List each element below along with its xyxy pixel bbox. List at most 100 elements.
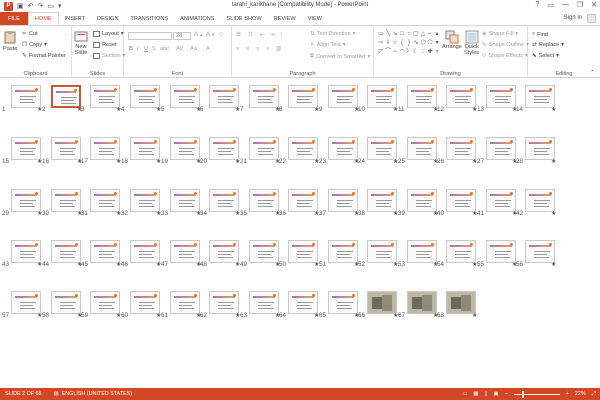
slide-transition-icon[interactable]: ★ (551, 106, 556, 113)
slide-transition-icon[interactable]: ★ (551, 210, 556, 217)
slide-preview[interactable] (446, 240, 476, 263)
slide-show-view-icon[interactable]: ▣ (493, 391, 498, 397)
slide-preview[interactable] (249, 240, 279, 263)
slide-preview[interactable] (525, 137, 555, 160)
font-color-icon[interactable]: A (206, 46, 210, 52)
elbow-shape-icon[interactable]: ⌐ (427, 30, 433, 38)
slide-preview[interactable] (446, 291, 476, 314)
brace-shape-icon[interactable]: { (399, 39, 405, 47)
slide-preview[interactable] (446, 137, 476, 160)
italic-icon[interactable]: I (137, 46, 139, 52)
slide-preview[interactable] (407, 137, 437, 160)
shape-outline-button[interactable]: ✎ Shape Outline ▾ (482, 42, 529, 48)
redo-icon[interactable]: ↷ (38, 3, 44, 10)
ribbon-display-icon[interactable]: ▭ (547, 1, 554, 9)
restore-icon[interactable]: ❐ (577, 1, 583, 9)
slide-preview[interactable] (407, 189, 437, 212)
slide-preview[interactable] (11, 189, 41, 212)
rounded-rect-shape-icon[interactable]: ▢ (413, 30, 419, 38)
slide-preview[interactable] (288, 291, 318, 314)
slide-sorter-view-icon[interactable]: ▦ (473, 391, 478, 397)
slide-preview[interactable] (288, 189, 318, 212)
slide-preview[interactable] (51, 291, 81, 314)
slide-preview[interactable] (130, 291, 160, 314)
minimize-icon[interactable]: — (562, 1, 569, 9)
collapse-ribbon-icon[interactable]: ⌃ (590, 70, 595, 76)
hexagon-shape-icon[interactable]: ⬡ (420, 39, 426, 47)
bullets-icon[interactable]: ☰ (236, 32, 241, 38)
slide-preview[interactable] (90, 137, 120, 160)
chevron-shape-icon[interactable]: 〉 (406, 48, 412, 56)
slide-preview[interactable] (525, 189, 555, 212)
bold-icon[interactable]: B (129, 46, 133, 52)
slide-preview[interactable] (90, 189, 120, 212)
slide-preview[interactable] (170, 189, 200, 212)
block-arc-shape-icon[interactable]: ◠ (399, 48, 405, 56)
text-direction-button[interactable]: ⇅ Text Direction ▾ (310, 31, 355, 37)
convert-smartart-button[interactable]: ⧉ Convert to SmartArt ▾ (310, 53, 370, 60)
help-icon[interactable]: ? (535, 1, 539, 9)
cut-button[interactable]: ✂ Cut (22, 31, 37, 37)
underline-icon[interactable]: U (144, 46, 148, 52)
align-text-button[interactable]: ⇳ Align Text ▾ (310, 42, 346, 48)
section-button[interactable]: Section ▾ (93, 53, 125, 59)
start-from-beginning-icon[interactable]: ▭ (47, 3, 54, 10)
arrange-button[interactable]: Arrange (442, 30, 462, 50)
align-center-icon[interactable]: ≡ (246, 46, 249, 52)
tab-insert[interactable]: INSERT (59, 12, 91, 25)
slide-preview[interactable] (367, 137, 397, 160)
slide-preview[interactable] (367, 189, 397, 212)
triangle-shape-icon[interactable]: △ (420, 30, 426, 38)
slide-preview[interactable] (446, 85, 476, 108)
arrow-line-shape-icon[interactable]: ↘ (392, 30, 398, 38)
slide-preview[interactable] (130, 137, 160, 160)
arc-shape-icon[interactable]: ⌒ (385, 48, 391, 56)
copy-button[interactable]: ❐ Copy ▾ (22, 42, 47, 48)
shapes-gallery[interactable]: ▭ ╲ ↘ □ ○ ▢ △ ⌐ ▴ ⇨ ⇩ ☆{} ∿ ⬡ ⬠ ▾ ◸ ⌒ ∽ ◠ 〉 ☾ ♡ ✚ ▿ (378, 30, 438, 64)
tab-slide-show[interactable]: SLIDE SHOW (221, 12, 268, 25)
slide-preview[interactable] (367, 85, 397, 108)
decrease-font-icon[interactable]: A ▾ (206, 32, 215, 38)
tab-view[interactable]: VIEW (302, 12, 328, 25)
fit-to-window-icon[interactable]: ⤢ (592, 391, 596, 398)
tab-design[interactable]: DESIGN (91, 12, 124, 25)
tab-home[interactable]: HOME (27, 12, 59, 25)
slide-preview[interactable] (11, 137, 41, 160)
rectangle-shape-icon[interactable]: □ (399, 30, 405, 38)
slide-transition-icon[interactable]: ★ (472, 312, 477, 319)
slide-preview[interactable] (486, 189, 516, 212)
zoom-in-icon[interactable]: + (566, 391, 569, 397)
quick-styles-button[interactable]: Quick Styles (464, 30, 479, 56)
reset-button[interactable]: Reset (93, 42, 117, 48)
slide-preview[interactable] (90, 291, 120, 314)
reading-view-icon[interactable]: ▯ (485, 391, 488, 397)
increase-font-icon[interactable]: A ▴ (194, 32, 203, 38)
select-button[interactable]: ⬉ Select ▾ (532, 53, 559, 59)
slide-preview[interactable] (486, 137, 516, 160)
slide-preview[interactable] (130, 189, 160, 212)
slide-preview[interactable] (328, 291, 358, 314)
tab-file[interactable]: FILE (0, 12, 28, 25)
change-case-icon[interactable]: Aa (190, 46, 197, 52)
slide-preview[interactable] (288, 137, 318, 160)
sign-in-link[interactable]: Sign in (564, 15, 582, 21)
down-arrow-shape-icon[interactable]: ⇩ (385, 39, 391, 47)
slide-preview[interactable] (328, 189, 358, 212)
slide-preview[interactable] (170, 291, 200, 314)
slide-preview[interactable] (209, 189, 239, 212)
paste-button[interactable]: Paste (3, 30, 17, 52)
line-spacing-icon[interactable]: ↕ (280, 32, 283, 38)
character-spacing-icon[interactable]: AV (176, 46, 183, 52)
gallery-down-icon[interactable]: ▾ (434, 39, 440, 47)
slide-preview[interactable] (367, 240, 397, 263)
zoom-level[interactable]: 22% (575, 391, 586, 397)
pentagon-shape-icon[interactable]: ⬠ (427, 39, 433, 47)
font-size-input[interactable]: 28 (173, 32, 191, 40)
strikethrough-icon[interactable]: abc (160, 46, 169, 52)
textbox-shape-icon[interactable]: ▭ (378, 30, 384, 38)
format-painter-button[interactable]: ✎ Format Painter (22, 53, 66, 59)
shape-fill-button[interactable]: ◈ Shape Fill ▾ (482, 31, 518, 37)
gallery-more-icon[interactable]: ▿ (434, 48, 440, 56)
normal-view-icon[interactable]: ▭ (462, 391, 467, 397)
undo-icon[interactable]: ↶ (28, 3, 34, 10)
